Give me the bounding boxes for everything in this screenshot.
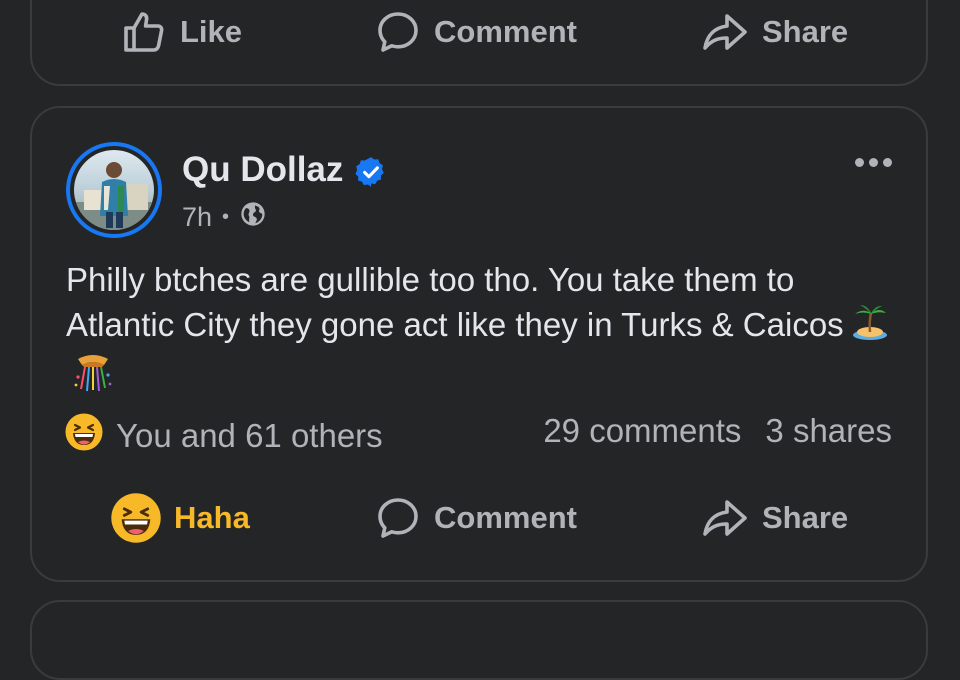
more-dot-icon	[883, 158, 892, 167]
comment-button[interactable]: Comment	[374, 494, 577, 542]
post-stats: 29 comments 3 shares	[543, 412, 892, 450]
like-label: Like	[180, 14, 243, 49]
meta-separator: •	[222, 206, 230, 228]
avatar-photo	[74, 150, 154, 230]
comment-bubble-icon	[374, 8, 422, 56]
globe-icon	[239, 200, 267, 235]
post-card: Qu Dollaz 7h • Philly btches are gullibl…	[30, 106, 928, 582]
haha-label: Haha	[174, 500, 250, 535]
post-body: Philly btches are gullible too tho. You …	[66, 258, 906, 404]
more-options-button[interactable]	[855, 158, 892, 167]
reaction-summary[interactable]: You and 61 others	[64, 412, 383, 460]
author-name[interactable]: Qu Dollaz	[182, 150, 343, 190]
haha-reaction-button[interactable]: Haha	[110, 492, 250, 544]
verified-badge-icon	[354, 155, 388, 194]
more-dot-icon	[855, 158, 864, 167]
thumbs-up-icon	[120, 8, 168, 56]
reaction-summary-text: You and 61 others	[116, 417, 383, 454]
post-text: Philly btches are gullible too tho. You …	[66, 261, 844, 343]
previous-post-card: Like Comment Share	[30, 0, 928, 86]
next-post-card	[30, 600, 928, 680]
comment-button[interactable]: Comment	[374, 8, 577, 56]
comment-bubble-icon	[374, 494, 422, 542]
share-button[interactable]: Share	[700, 8, 848, 56]
desert-island-emoji	[850, 302, 890, 353]
comments-count[interactable]: 29 comments	[543, 412, 741, 450]
avatar[interactable]	[66, 142, 162, 238]
comment-label: Comment	[434, 500, 577, 535]
post-meta: 7h •	[182, 200, 267, 235]
share-label: Share	[762, 500, 849, 535]
more-dot-icon	[869, 158, 878, 167]
confetti-ball-emoji	[72, 353, 114, 404]
share-label: Share	[762, 14, 849, 49]
share-arrow-icon	[700, 8, 750, 56]
share-button[interactable]: Share	[700, 494, 848, 542]
share-arrow-icon	[700, 494, 750, 542]
comment-label: Comment	[434, 14, 577, 49]
shares-count[interactable]: 3 shares	[765, 412, 892, 450]
laughing-face-icon	[64, 412, 104, 460]
laughing-face-icon	[110, 492, 162, 544]
post-time[interactable]: 7h	[182, 202, 212, 233]
like-button[interactable]: Like	[120, 8, 242, 56]
